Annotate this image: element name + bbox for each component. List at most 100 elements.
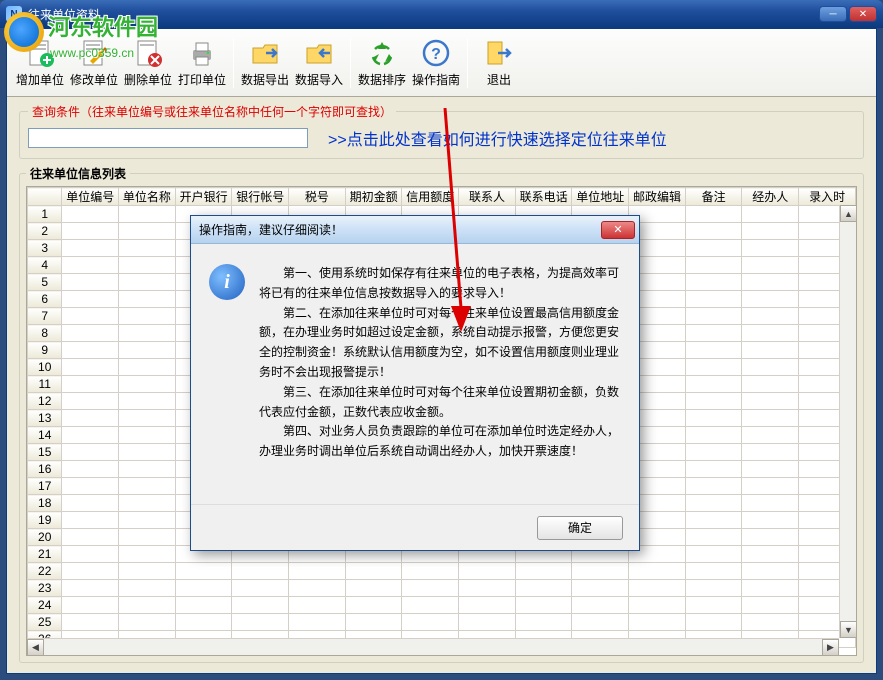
grid-cell[interactable] <box>685 291 742 308</box>
column-header[interactable]: 单位编号 <box>62 188 119 206</box>
grid-cell[interactable] <box>742 274 799 291</box>
row-header[interactable]: 21 <box>28 546 62 563</box>
grid-cell[interactable] <box>175 563 232 580</box>
grid-cell[interactable] <box>62 240 119 257</box>
grid-cell[interactable] <box>62 580 119 597</box>
row-header[interactable]: 19 <box>28 512 62 529</box>
scroll-right-button[interactable]: ▶ <box>822 639 839 656</box>
grid-cell[interactable] <box>62 206 119 223</box>
grid-cell[interactable] <box>742 614 799 631</box>
grid-cell[interactable] <box>289 563 346 580</box>
grid-cell[interactable] <box>119 223 176 240</box>
grid-cell[interactable] <box>119 240 176 257</box>
grid-cell[interactable] <box>119 529 176 546</box>
grid-cell[interactable] <box>62 614 119 631</box>
delete-unit-button[interactable]: 删除单位 <box>121 33 175 93</box>
vertical-scrollbar[interactable]: ▲ ▼ <box>839 205 856 638</box>
grid-cell[interactable] <box>742 580 799 597</box>
grid-cell[interactable] <box>685 223 742 240</box>
row-header[interactable]: 20 <box>28 529 62 546</box>
grid-cell[interactable] <box>742 206 799 223</box>
grid-cell[interactable] <box>459 614 516 631</box>
grid-cell[interactable] <box>119 512 176 529</box>
grid-cell[interactable] <box>119 546 176 563</box>
row-header[interactable]: 17 <box>28 478 62 495</box>
print-unit-button[interactable]: 打印单位 <box>175 33 229 93</box>
grid-cell[interactable] <box>119 410 176 427</box>
data-export-button[interactable]: 数据导出 <box>238 33 292 93</box>
grid-cell[interactable] <box>62 461 119 478</box>
grid-cell[interactable] <box>232 597 289 614</box>
grid-cell[interactable] <box>572 563 629 580</box>
data-sort-button[interactable]: 数据排序 <box>355 33 409 93</box>
grid-cell[interactable] <box>62 274 119 291</box>
grid-cell[interactable] <box>685 580 742 597</box>
grid-cell[interactable] <box>62 291 119 308</box>
grid-cell[interactable] <box>685 427 742 444</box>
grid-cell[interactable] <box>232 563 289 580</box>
row-header[interactable]: 11 <box>28 376 62 393</box>
grid-cell[interactable] <box>685 529 742 546</box>
grid-cell[interactable] <box>289 614 346 631</box>
grid-cell[interactable] <box>119 597 176 614</box>
dialog-titlebar[interactable]: 操作指南，建议仔细阅读！ ✕ <box>191 216 639 244</box>
grid-cell[interactable] <box>742 308 799 325</box>
grid-cell[interactable] <box>742 461 799 478</box>
grid-cell[interactable] <box>62 342 119 359</box>
grid-cell[interactable] <box>119 461 176 478</box>
grid-cell[interactable] <box>685 342 742 359</box>
grid-cell[interactable] <box>685 410 742 427</box>
grid-cell[interactable] <box>62 444 119 461</box>
grid-cell[interactable] <box>175 597 232 614</box>
row-header[interactable]: 13 <box>28 410 62 427</box>
row-header[interactable]: 22 <box>28 563 62 580</box>
grid-cell[interactable] <box>742 342 799 359</box>
grid-cell[interactable] <box>685 240 742 257</box>
scroll-down-button[interactable]: ▼ <box>840 621 857 638</box>
grid-cell[interactable] <box>685 376 742 393</box>
grid-cell[interactable] <box>685 393 742 410</box>
grid-cell[interactable] <box>685 257 742 274</box>
grid-cell[interactable] <box>119 427 176 444</box>
horizontal-scrollbar[interactable]: ◀ ▶ <box>27 638 839 655</box>
grid-cell[interactable] <box>685 308 742 325</box>
data-import-button[interactable]: 数据导入 <box>292 33 346 93</box>
grid-cell[interactable] <box>515 580 572 597</box>
column-header[interactable]: 信用额度 <box>402 188 459 206</box>
column-header[interactable]: 录入时 <box>799 188 856 206</box>
row-header[interactable]: 1 <box>28 206 62 223</box>
column-header[interactable]: 邮政编辑 <box>629 188 686 206</box>
column-header[interactable]: 备注 <box>685 188 742 206</box>
grid-cell[interactable] <box>459 597 516 614</box>
grid-cell[interactable] <box>742 223 799 240</box>
column-header[interactable]: 经办人 <box>742 188 799 206</box>
row-header[interactable]: 15 <box>28 444 62 461</box>
column-header[interactable]: 开户银行 <box>175 188 232 206</box>
grid-cell[interactable] <box>685 461 742 478</box>
row-header[interactable]: 2 <box>28 223 62 240</box>
grid-cell[interactable] <box>232 614 289 631</box>
grid-cell[interactable] <box>62 529 119 546</box>
grid-cell[interactable] <box>119 393 176 410</box>
grid-cell[interactable] <box>742 546 799 563</box>
grid-cell[interactable] <box>62 597 119 614</box>
grid-cell[interactable] <box>119 274 176 291</box>
grid-cell[interactable] <box>402 597 459 614</box>
column-header[interactable]: 单位地址 <box>572 188 629 206</box>
grid-cell[interactable] <box>742 240 799 257</box>
grid-cell[interactable] <box>685 206 742 223</box>
row-header[interactable]: 25 <box>28 614 62 631</box>
grid-cell[interactable] <box>345 563 402 580</box>
grid-cell[interactable] <box>119 308 176 325</box>
grid-cell[interactable] <box>62 478 119 495</box>
grid-cell[interactable] <box>742 393 799 410</box>
grid-cell[interactable] <box>402 614 459 631</box>
scroll-left-button[interactable]: ◀ <box>27 639 44 656</box>
dialog-close-button[interactable]: ✕ <box>601 221 635 239</box>
grid-cell[interactable] <box>119 580 176 597</box>
grid-cell[interactable] <box>289 597 346 614</box>
grid-cell[interactable] <box>572 597 629 614</box>
grid-cell[interactable] <box>62 410 119 427</box>
grid-cell[interactable] <box>119 359 176 376</box>
grid-cell[interactable] <box>289 580 346 597</box>
